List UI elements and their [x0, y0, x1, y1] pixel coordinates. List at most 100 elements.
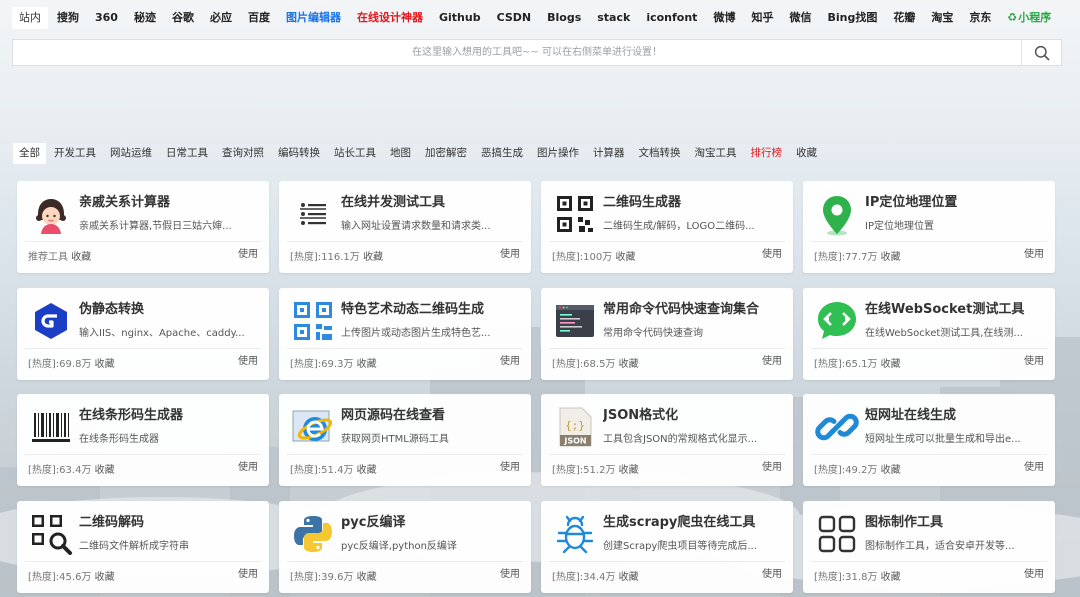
favorite-link[interactable]: 收藏	[363, 252, 383, 263]
tool-meta: [热度]:45.6万 收藏	[28, 568, 115, 583]
engine-tab[interactable]: Blogs	[540, 7, 588, 29]
category-tab[interactable]: 全部	[13, 142, 46, 164]
tool-meta: [热度]:63.4万 收藏	[28, 461, 115, 476]
tool-card[interactable]: 在线条形码生成器 在线条形码生成器 [热度]:63.4万 收藏 使用	[17, 394, 269, 486]
category-tab[interactable]: 淘宝工具	[689, 143, 743, 164]
engine-tab[interactable]: 京东	[962, 7, 998, 29]
tool-title: 常用命令代码快速查询集合	[603, 301, 760, 317]
favorite-link[interactable]: 收藏	[95, 465, 115, 476]
use-button[interactable]: 使用	[1024, 245, 1044, 260]
use-button[interactable]: 使用	[500, 458, 520, 473]
engine-tab[interactable]: 在线设计神器	[350, 7, 430, 29]
tool-description: 图标制作工具，适合安卓开发等...	[865, 540, 1015, 552]
engine-tab[interactable]: 360	[88, 7, 125, 29]
favorite-link[interactable]: 收藏	[357, 572, 377, 583]
engine-tab[interactable]: 百度	[241, 7, 277, 29]
engine-tab[interactable]: 谷歌	[165, 7, 201, 29]
favorite-link[interactable]: 收藏	[881, 252, 901, 263]
tool-card[interactable]: 亲戚关系计算器 亲戚关系计算器,节假日三姑六婶... 推荐工具 收藏 使用	[17, 181, 269, 273]
use-button[interactable]: 使用	[762, 458, 782, 473]
category-tab[interactable]: 加密解密	[419, 143, 473, 164]
favorite-link[interactable]: 收藏	[619, 359, 639, 370]
tool-card[interactable]: IP定位地理位置 IP定位地理位置 [热度]:77.7万 收藏 使用	[803, 181, 1055, 273]
favorite-link[interactable]: 收藏	[71, 252, 91, 263]
tool-meta: 推荐工具 收藏	[28, 248, 91, 263]
favorite-link[interactable]: 收藏	[619, 465, 639, 476]
use-button[interactable]: 使用	[762, 245, 782, 260]
engine-tab[interactable]: iconfont	[639, 7, 704, 29]
tool-card[interactable]: 生成scrapy爬虫在线工具 创建Scrapy爬虫项目等待完成后... [热度]:3…	[541, 500, 793, 593]
favorite-link[interactable]: 收藏	[619, 572, 639, 583]
favorite-link[interactable]: 收藏	[357, 359, 377, 370]
tool-card[interactable]: {;} JSON JSON格式化 工具包含JSON的常规格式化显示... [热度]:51…	[541, 394, 793, 486]
category-tab[interactable]: 查询对照	[216, 143, 270, 164]
use-button[interactable]: 使用	[500, 352, 520, 367]
tool-card[interactable]: 伪静态转换 输入IIS、nginx、Apache、caddy... [热度]:69.…	[17, 287, 269, 380]
use-button[interactable]: 使用	[238, 245, 258, 260]
favorite-link[interactable]: 收藏	[881, 465, 901, 476]
category-tab[interactable]: 网站运维	[104, 143, 158, 164]
tool-card[interactable]: 在线WebSocket测试工具 在线WebSocket测试工具,在线测... [热度…	[803, 287, 1055, 380]
tool-title: 特色艺术动态二维码生成	[341, 301, 485, 317]
engine-tab[interactable]: CSDN	[490, 7, 539, 29]
use-button[interactable]: 使用	[238, 458, 258, 473]
tool-card[interactable]: 网页源码在线查看 获取网页HTML源码工具 [热度]:51.4万 收藏 使用	[279, 394, 531, 486]
engine-tab[interactable]: 必应	[203, 7, 239, 29]
category-tab[interactable]: 文档转换	[633, 143, 687, 164]
category-tab[interactable]: 编码转换	[272, 143, 326, 164]
engine-tab[interactable]: 搜狗	[50, 7, 86, 29]
search-input[interactable]	[13, 40, 1021, 65]
tool-card[interactable]: 短网址在线生成 短网址生成可以批量生成和导出e... [热度]:49.2万 收藏 使用	[803, 394, 1055, 486]
use-button[interactable]: 使用	[500, 245, 520, 260]
category-tab[interactable]: 图片操作	[531, 143, 585, 164]
category-tab[interactable]: 恶搞生成	[475, 143, 529, 164]
engine-tab[interactable]: 花瓣	[886, 7, 922, 29]
engine-tab[interactable]: 淘宝	[924, 7, 960, 29]
tool-description: 工具包含JSON的常规格式化显示...	[603, 434, 758, 445]
engine-tab[interactable]: Bing找图	[820, 7, 884, 29]
engine-tab[interactable]: stack	[590, 7, 637, 29]
category-tab[interactable]: 计算器	[587, 143, 631, 164]
tool-card[interactable]: 特色艺术动态二维码生成 上传图片或动态图片生成特色艺... [热度]:69.3万 收…	[279, 287, 531, 380]
favorite-link[interactable]: 收藏	[881, 359, 901, 370]
tool-title: 亲戚关系计算器	[79, 195, 171, 210]
use-button[interactable]: 使用	[1024, 565, 1044, 580]
tool-title: 网页源码在线查看	[341, 408, 446, 423]
use-button[interactable]: 使用	[762, 352, 782, 367]
tool-card[interactable]: 常用命令代码快速查询集合 常用命令代码快速查询 [热度]:68.5万 收藏 使用	[541, 287, 793, 380]
search-button[interactable]	[1021, 40, 1061, 65]
engine-tab[interactable]: 知乎	[744, 7, 780, 29]
engine-tab[interactable]: ♻小程序	[1000, 7, 1058, 29]
favorite-link[interactable]: 收藏	[615, 252, 635, 263]
engine-tab[interactable]: 微信	[782, 7, 818, 29]
favorite-link[interactable]: 收藏	[357, 465, 377, 476]
favorite-link[interactable]: 收藏	[881, 572, 901, 583]
category-tab[interactable]: 日常工具	[160, 143, 214, 164]
engine-tab[interactable]: 微博	[706, 7, 742, 29]
use-button[interactable]: 使用	[1024, 458, 1044, 473]
favorite-link[interactable]: 收藏	[95, 572, 115, 583]
tool-description: 输入IIS、nginx、Apache、caddy...	[79, 327, 245, 339]
tool-card[interactable]: 在线并发测试工具 输入网址设置请求数量和请求类... [热度]:116.1万 收藏 使…	[279, 181, 531, 273]
category-tab[interactable]: 站长工具	[328, 143, 382, 164]
use-button[interactable]: 使用	[238, 565, 258, 580]
category-tab[interactable]: 排行榜	[745, 143, 789, 164]
tool-card[interactable]: 二维码生成器 二维码生成/解码，LOGO二维码... [热度]:100万 收藏 使用	[541, 181, 793, 273]
category-tab[interactable]: 地图	[384, 143, 417, 164]
favorite-link[interactable]: 收藏	[95, 359, 115, 370]
tool-card[interactable]: pyc反编译 pyc反编译,python反编译 [热度]:39.6万 收藏 使用	[279, 500, 531, 593]
category-tab[interactable]: 收藏	[790, 143, 823, 164]
use-button[interactable]: 使用	[1024, 352, 1044, 367]
use-button[interactable]: 使用	[500, 565, 520, 580]
tool-meta: [热度]:77.7万 收藏	[814, 248, 901, 263]
use-button[interactable]: 使用	[238, 352, 258, 367]
category-tab[interactable]: 开发工具	[48, 143, 102, 164]
engine-tab[interactable]: 站内	[12, 7, 48, 29]
tool-card[interactable]: 二维码解码 二维码文件解析成字符串 [热度]:45.6万 收藏 使用	[17, 500, 269, 593]
engine-tab[interactable]: 图片编辑器	[279, 7, 348, 29]
use-button[interactable]: 使用	[762, 565, 782, 580]
tool-description: 获取网页HTML源码工具	[341, 434, 449, 445]
tool-card[interactable]: 图标制作工具 图标制作工具，适合安卓开发等... [热度]:31.8万 收藏 使用	[803, 500, 1055, 593]
engine-tab[interactable]: 秘迹	[127, 7, 163, 29]
engine-tab[interactable]: Github	[432, 7, 488, 29]
